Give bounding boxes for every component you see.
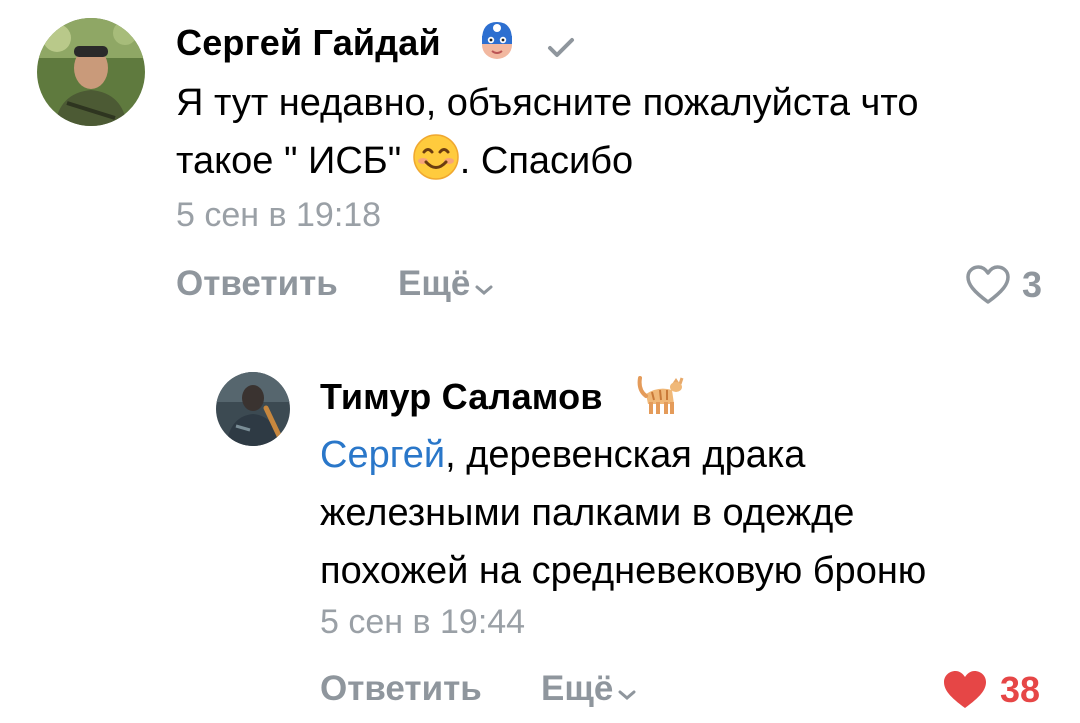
author-name[interactable]: Тимур Саламов [320,376,603,418]
captain-mask-icon [474,16,520,67]
mention-link[interactable]: Сергей [320,434,445,476]
more-button[interactable]: Ещё [541,669,637,711]
more-button[interactable]: Ещё [398,264,494,306]
comment-reply-item: Тимур Саламов Сергей, деревенская драка … [0,330,1080,723]
like-count: 38 [1000,669,1041,710]
comment-text-line: железными палками в одежде [320,492,855,534]
comment-item: Сергей Гайдай Я тут недавно, объясните п… [0,0,1080,330]
comment-timestamp[interactable]: 5 сен в 19:44 [320,603,525,642]
comment-text-segment: такое " ИСБ" [176,140,412,182]
like-button[interactable] [965,264,1013,306]
comment-text-line: такое " ИСБ" . Спасибо [176,132,1056,198]
like-button[interactable] [942,669,990,711]
comment-timestamp[interactable]: 5 сен в 19:18 [176,196,381,235]
verified-check-icon [546,36,576,65]
like-count: 3 [1022,264,1043,305]
comment-text: Я тут недавно, объясните пожалуйста что … [176,74,1056,198]
cat-icon [636,370,686,421]
more-button-label: Ещё [541,669,614,708]
comment-text: Сергей, деревенская драка железными палк… [320,426,1060,600]
reply-button[interactable]: Ответить [176,264,338,304]
more-button-label: Ещё [398,264,471,303]
comment-text-segment: . Спасибо [459,140,634,182]
comment-text-segment: , деревенская драка [445,434,806,476]
comment-text-line: Сергей, деревенская драка [320,426,1060,484]
heart-filled-icon [942,671,988,715]
chevron-down-icon [617,671,637,711]
heart-outline-icon [965,265,1011,310]
chevron-down-icon [474,266,494,306]
smiling-face-icon [412,133,460,198]
author-name[interactable]: Сергей Гайдай [176,22,441,64]
comment-text-line: похожей на средневековую броню [320,550,927,592]
avatar[interactable] [216,372,290,446]
reply-button[interactable]: Ответить [320,669,482,709]
avatar[interactable] [37,18,145,126]
comment-text-line: Я тут недавно, объясните пожалуйста что [176,82,919,124]
